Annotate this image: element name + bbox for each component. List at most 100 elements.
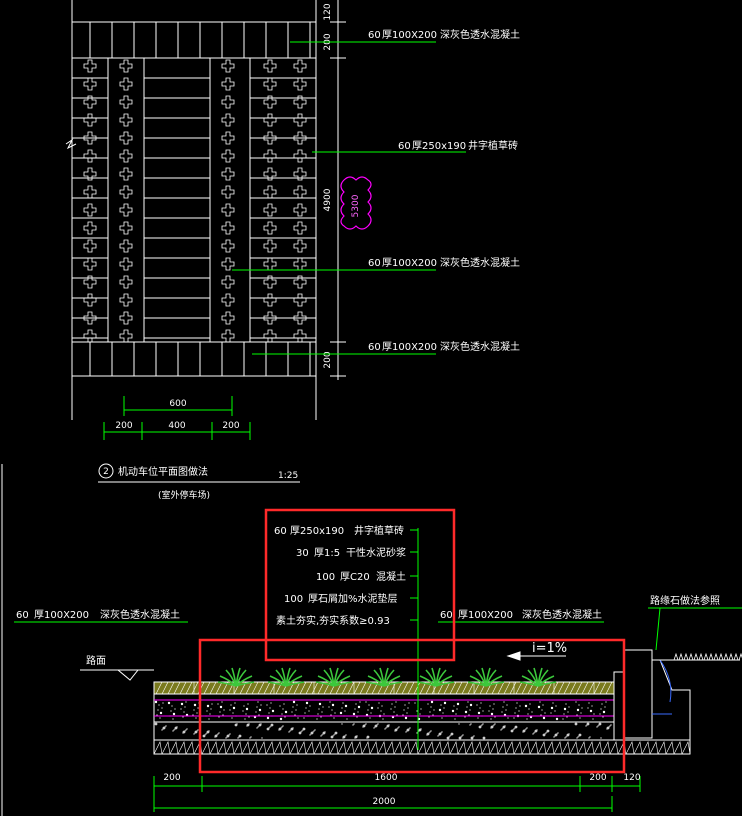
gravel-dot — [542, 733, 546, 737]
gravel-dot — [438, 734, 440, 736]
paver-cross — [119, 311, 133, 325]
paver-cross — [263, 221, 277, 235]
lawn-blade — [718, 652, 724, 661]
gravel-dot — [345, 734, 347, 736]
gravel-dot — [298, 731, 302, 735]
concrete-aggregate — [217, 703, 219, 705]
plan-title-block: 2 机动车位平面图做法 1:25 (室外停车场) — [98, 463, 300, 501]
gravel-dot — [362, 726, 364, 728]
paver-cross — [221, 77, 235, 91]
concrete-aggregate — [507, 717, 509, 719]
concrete-aggregate — [257, 701, 259, 703]
paver-cross — [263, 293, 277, 307]
concrete-aggregate — [501, 711, 503, 713]
grass-plant — [467, 667, 505, 687]
plan-dim-right-2: 4900 — [323, 188, 333, 211]
concrete-aggregate — [492, 708, 494, 710]
concrete-aggregate — [180, 708, 182, 710]
gravel-dot — [182, 732, 184, 734]
gravel-dot — [256, 727, 258, 729]
gravel-dot — [373, 727, 375, 729]
paver-cross — [221, 311, 235, 325]
concrete-aggregate — [493, 703, 495, 705]
concrete-aggregate — [355, 703, 357, 705]
gravel-dot — [409, 727, 411, 729]
concrete-aggregate — [430, 700, 434, 704]
concrete-aggregate — [209, 713, 211, 715]
curb-note-pointer — [655, 607, 661, 651]
gravel-dot — [462, 734, 464, 736]
paver-cross — [293, 149, 307, 163]
gravel-dot — [172, 730, 174, 732]
concrete-aggregate — [494, 716, 496, 718]
concrete-aggregate — [542, 716, 546, 720]
gravel-dot — [478, 725, 482, 729]
concrete-aggregate — [456, 702, 460, 706]
concrete-aggregate — [282, 708, 284, 710]
gravel-dot — [405, 731, 407, 733]
paver-cross — [263, 329, 277, 343]
section-dim-1: 1600 — [375, 773, 398, 783]
concrete-aggregate — [365, 701, 367, 703]
plan-callout-2-spec: 厚100X200 — [382, 257, 437, 269]
concrete-aggregate — [342, 702, 344, 704]
paver-cross — [221, 257, 235, 271]
gravel-dot — [281, 726, 283, 728]
concrete-aggregate — [381, 705, 383, 707]
gravel-dot — [493, 724, 495, 726]
paver-cross — [83, 185, 97, 199]
gravel-dot — [526, 727, 528, 729]
concrete-aggregate — [192, 714, 194, 716]
concrete-aggregate — [428, 716, 430, 718]
concrete-aggregate — [414, 702, 416, 704]
lawn-blade — [683, 652, 689, 661]
concrete-aggregate — [442, 712, 444, 714]
gravel-dot — [578, 735, 580, 737]
paver-cross — [293, 239, 307, 253]
gravel-dot — [194, 732, 196, 734]
concrete-aggregate — [540, 714, 542, 716]
concrete-aggregate — [245, 713, 247, 715]
paver-cross — [293, 293, 307, 307]
concrete-aggregate — [541, 709, 543, 711]
paver-cross — [83, 113, 97, 127]
concrete-aggregate — [292, 706, 294, 708]
concrete-aggregate — [476, 704, 478, 706]
gravel-dot — [250, 736, 252, 738]
gravel-dot — [482, 723, 484, 725]
gravel-dot — [154, 722, 158, 726]
lawn-blade — [678, 652, 684, 661]
layer-0-thickness: 60 — [274, 526, 287, 537]
concrete-aggregate — [555, 717, 559, 721]
paver-cross — [221, 185, 235, 199]
layer-2-spec: 厚C20 — [340, 571, 370, 583]
gravel-dot — [162, 728, 164, 730]
gravel-dot — [282, 725, 284, 727]
concrete-aggregate — [368, 704, 370, 706]
concrete-aggregate — [318, 708, 320, 710]
plan-callout-1-material: 井字植草砖 — [468, 139, 518, 152]
revision-cloud: 5300 — [340, 176, 372, 230]
concrete-aggregate — [516, 702, 518, 704]
gravel-dot — [321, 734, 323, 736]
gravel-dot — [330, 735, 334, 739]
concrete-aggregate — [382, 718, 384, 720]
concrete-aggregate — [270, 702, 272, 704]
gravel-dot — [532, 733, 534, 735]
layer-1-thickness: 30 — [296, 548, 309, 559]
gravel-dot — [494, 723, 496, 725]
concrete-aggregate — [490, 712, 494, 716]
concrete-aggregate — [419, 713, 421, 715]
paver-cross — [119, 95, 133, 109]
gravel-dot — [238, 736, 240, 738]
paver-cross — [119, 77, 133, 91]
paver-cross — [263, 257, 277, 271]
gravel-dot — [596, 726, 598, 728]
concrete-aggregate — [383, 713, 385, 715]
paver-cross — [83, 77, 97, 91]
paver-cross — [119, 275, 133, 289]
concrete-aggregate — [433, 709, 435, 711]
concrete-aggregate — [579, 717, 581, 719]
concrete-aggregate — [402, 714, 404, 716]
paver-cross — [119, 203, 133, 217]
